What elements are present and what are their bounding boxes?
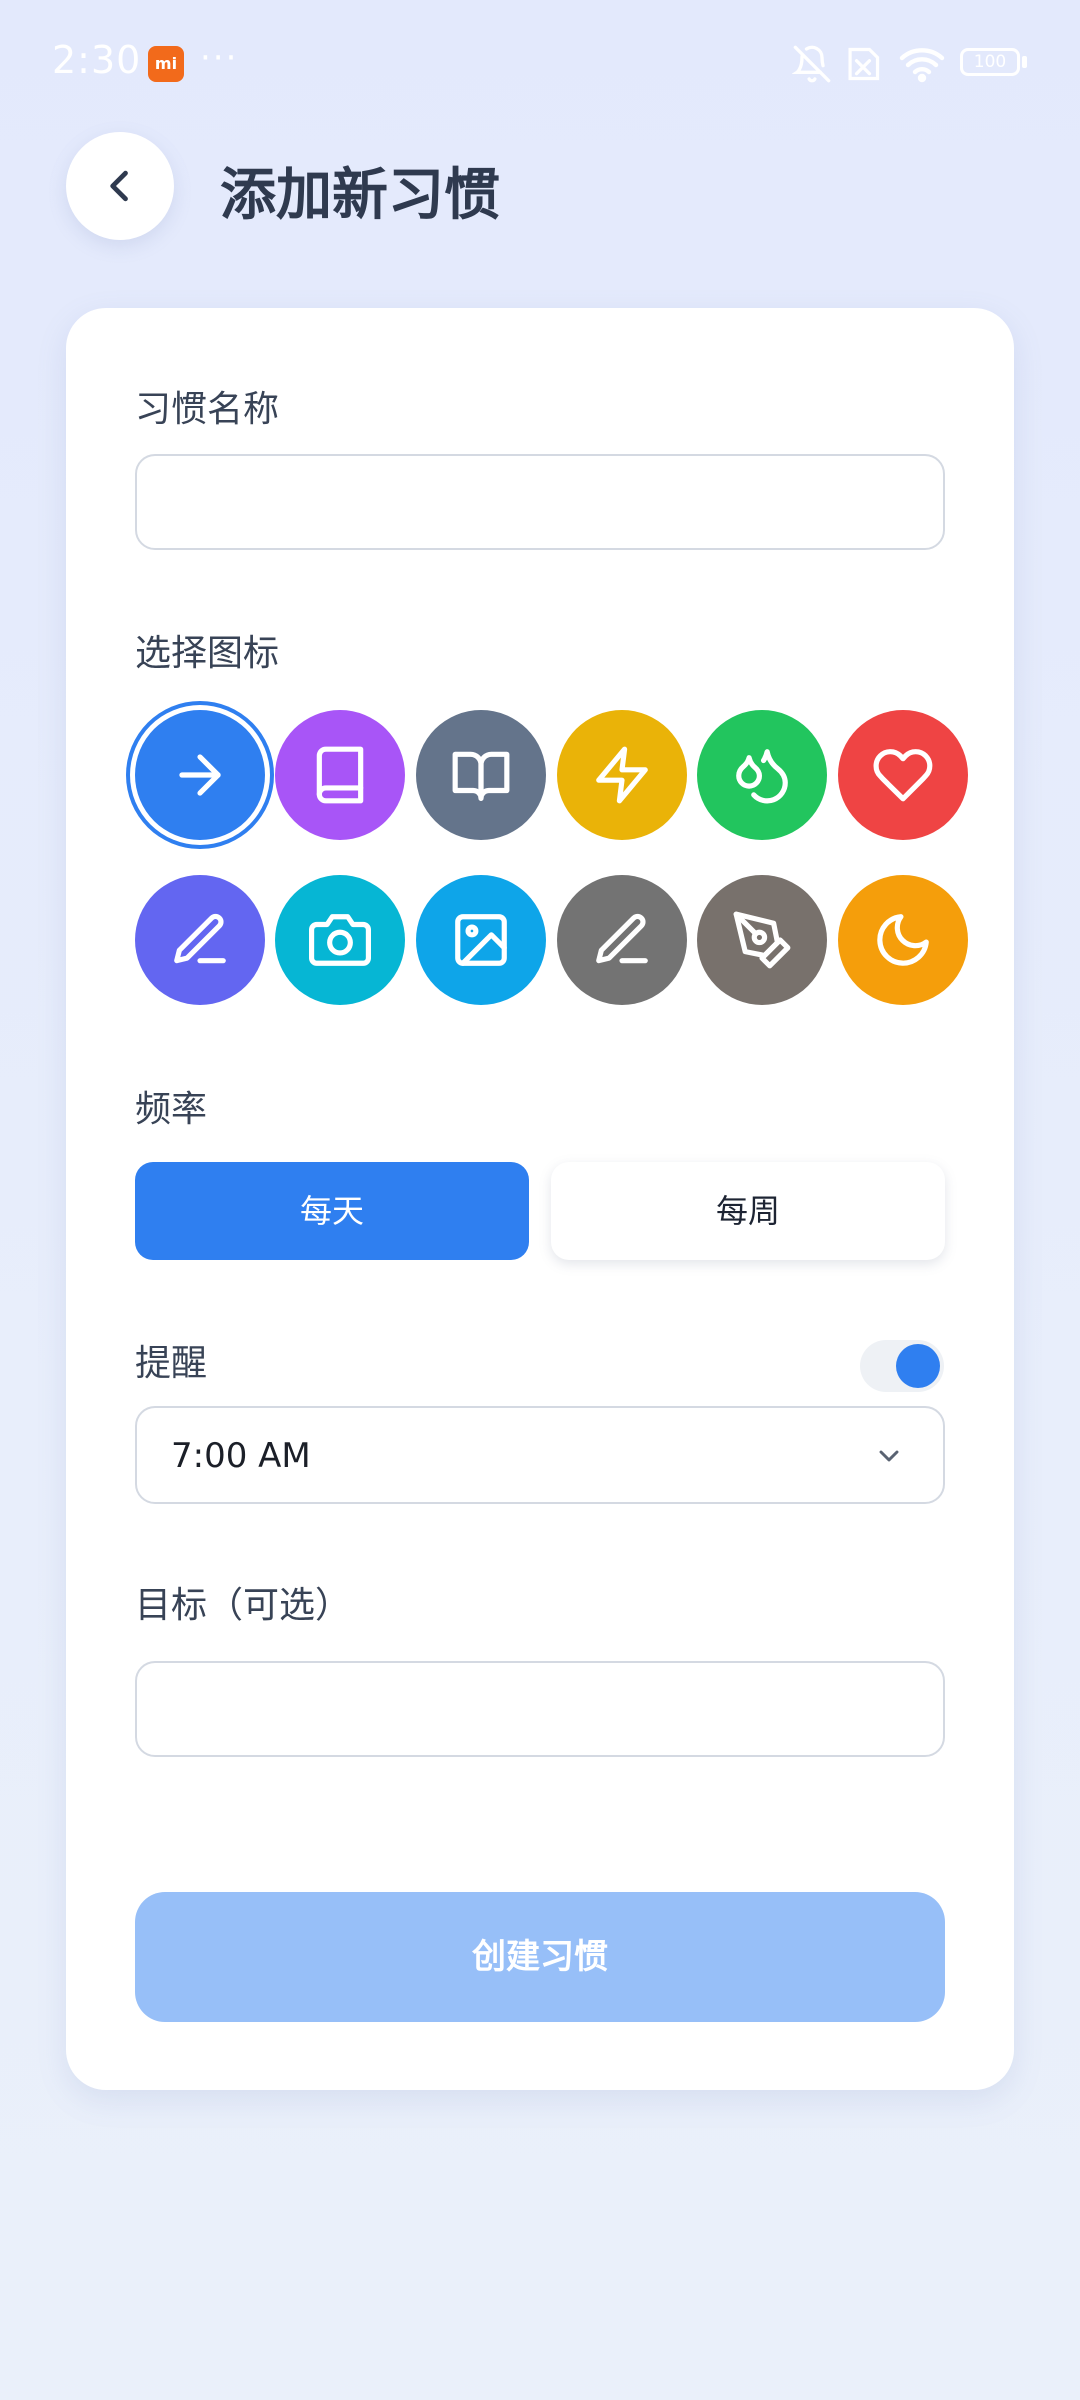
heart-icon xyxy=(873,749,933,802)
mi-app-icon: mi xyxy=(148,46,184,82)
reminder-time-value: 7:00 AM xyxy=(171,1436,311,1476)
droplets-icon xyxy=(736,749,788,804)
reminder-label: 提醒 xyxy=(135,1343,208,1384)
icon-option-arrow-right[interactable] xyxy=(135,710,265,840)
pen-tool-icon xyxy=(733,911,791,969)
back-button[interactable] xyxy=(66,132,174,240)
page-title: 添加新习惯 xyxy=(220,163,500,228)
goal-label: 目标（可选） xyxy=(135,1585,352,1626)
create-habit-button[interactable]: 创建习惯 xyxy=(135,1892,945,2022)
camera-icon xyxy=(309,914,371,966)
habit-name-input[interactable] xyxy=(135,454,945,550)
icon-picker-label: 选择图标 xyxy=(135,633,280,674)
icon-option-heart[interactable] xyxy=(838,710,968,840)
chevron-left-icon xyxy=(110,170,128,202)
icon-option-camera[interactable] xyxy=(275,875,405,1005)
icon-option-pencil[interactable] xyxy=(135,875,265,1005)
wifi-icon xyxy=(899,48,945,83)
moon-icon xyxy=(877,914,929,966)
battery-indicator: 100 xyxy=(960,48,1020,76)
book-open-icon xyxy=(452,751,510,801)
screen: 2:30 mi ··· 100 添加新习惯 习惯名称 选择图标 频率 每天 每周… xyxy=(0,0,1080,2400)
battery-tip xyxy=(1022,56,1027,68)
goal-input[interactable] xyxy=(135,1661,945,1757)
status-time: 2:30 xyxy=(52,38,142,82)
sim-disabled-icon xyxy=(848,47,880,81)
icon-option-pen-tool[interactable] xyxy=(697,875,827,1005)
reminder-toggle[interactable] xyxy=(860,1340,944,1392)
frequency-daily-button[interactable]: 每天 xyxy=(135,1162,529,1260)
icon-option-droplets[interactable] xyxy=(697,710,827,840)
book-icon xyxy=(316,746,364,804)
icon-option-book[interactable] xyxy=(275,710,405,840)
icon-option-zap[interactable] xyxy=(557,710,687,840)
reminder-time-select[interactable]: 7:00 AM xyxy=(135,1406,945,1504)
habit-name-label: 习惯名称 xyxy=(135,389,280,430)
more-notifications-icon: ··· xyxy=(200,38,239,78)
frequency-label: 频率 xyxy=(135,1089,208,1130)
arrow-right-icon xyxy=(179,754,221,796)
status-bar: 2:30 mi ··· 100 xyxy=(0,0,1080,128)
frequency-weekly-button[interactable]: 每周 xyxy=(551,1162,945,1260)
icon-option-pencil-alt[interactable] xyxy=(557,875,687,1005)
pencil-icon xyxy=(596,913,648,964)
bell-off-icon xyxy=(792,45,831,83)
toggle-knob xyxy=(896,1344,940,1388)
image-icon xyxy=(455,914,507,966)
icon-option-moon[interactable] xyxy=(838,875,968,1005)
zap-icon xyxy=(596,746,648,804)
pencil-icon xyxy=(174,913,226,964)
chevron-down-icon xyxy=(879,1450,899,1462)
icon-option-image[interactable] xyxy=(416,875,546,1005)
icon-option-book-open[interactable] xyxy=(416,710,546,840)
